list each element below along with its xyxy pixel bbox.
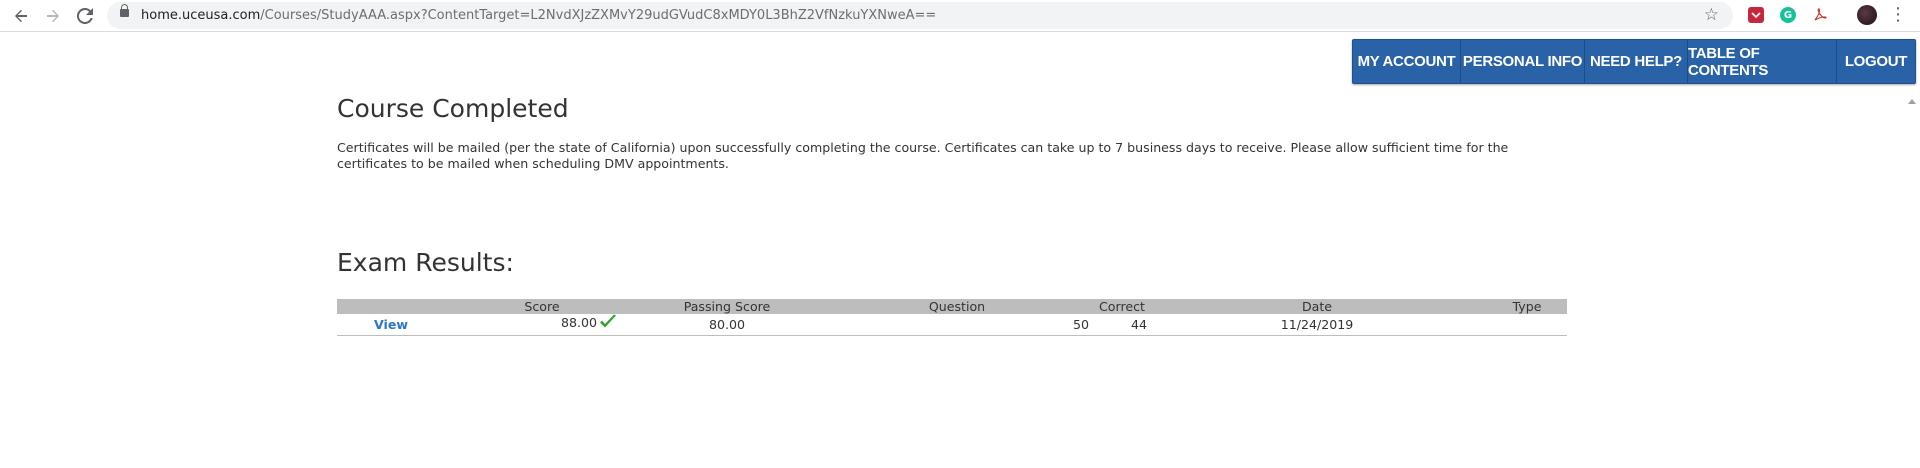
view-exam-link[interactable]: View (374, 317, 408, 332)
browser-toolbar: home.uceusa.com/Courses/StudyAAA.aspx?Co… (0, 0, 1920, 32)
exam-results-heading: Exam Results: (337, 248, 514, 277)
grammarly-extension-icon[interactable]: G (1780, 7, 1796, 23)
nav-logout[interactable]: LOGOUT (1837, 40, 1915, 83)
col-header-score: Score (524, 299, 560, 314)
table-header-row: Score Passing Score Question Correct Dat… (337, 299, 1567, 314)
col-header-correct: Correct (1099, 299, 1145, 314)
profile-avatar[interactable] (1857, 5, 1877, 25)
course-completed-heading: Course Completed (337, 94, 569, 123)
forward-icon[interactable] (40, 3, 66, 29)
col-header-type: Type (1512, 299, 1542, 314)
scrollbar-up-arrow[interactable] (1908, 99, 1916, 104)
pocket-extension-icon[interactable] (1748, 7, 1764, 23)
col-header-passing-score: Passing Score (683, 299, 771, 314)
nav-personal-info[interactable]: PERSONAL INFO (1461, 40, 1585, 83)
url-text[interactable]: home.uceusa.com/Courses/StudyAAA.aspx?Co… (141, 8, 936, 23)
col-header-link (337, 299, 447, 314)
question-cell: 50 (817, 314, 1097, 336)
col-header-question: Question (928, 299, 986, 314)
reload-icon[interactable] (72, 3, 98, 29)
menu-icon[interactable]: ⋮ (1889, 5, 1907, 25)
address-bar[interactable]: home.uceusa.com/Courses/StudyAAA.aspx?Co… (107, 2, 1733, 29)
col-header-date: Date (1301, 299, 1333, 314)
correct-cell: 44 (1097, 314, 1147, 336)
passing-score-cell: 80.00 (637, 314, 817, 336)
lock-icon (120, 4, 129, 17)
view-cell: View (337, 314, 447, 336)
table-row: View 88.00 80.00 50 44 11/24/2019 (337, 314, 1567, 336)
nav-need-help[interactable]: NEED HELP? (1585, 40, 1688, 83)
pass-check-icon (599, 314, 617, 335)
score-value: 88.00 (560, 315, 597, 330)
date-cell: 11/24/2019 (1147, 314, 1487, 336)
nav-table-of-contents[interactable]: TABLE OF CONTENTS (1688, 40, 1837, 83)
certificate-message: Certificates will be mailed (per the sta… (337, 140, 1509, 171)
star-icon[interactable]: ☆ (1704, 5, 1719, 25)
back-icon[interactable] (8, 3, 34, 29)
site-top-nav: MY ACCOUNT PERSONAL INFO NEED HELP? TABL… (1352, 39, 1916, 84)
score-cell: 88.00 (447, 314, 637, 336)
exam-results-table: Score Passing Score Question Correct Dat… (337, 299, 1567, 336)
pdf-extension-icon[interactable] (1812, 7, 1828, 23)
type-cell (1487, 314, 1567, 336)
nav-my-account[interactable]: MY ACCOUNT (1353, 40, 1461, 83)
